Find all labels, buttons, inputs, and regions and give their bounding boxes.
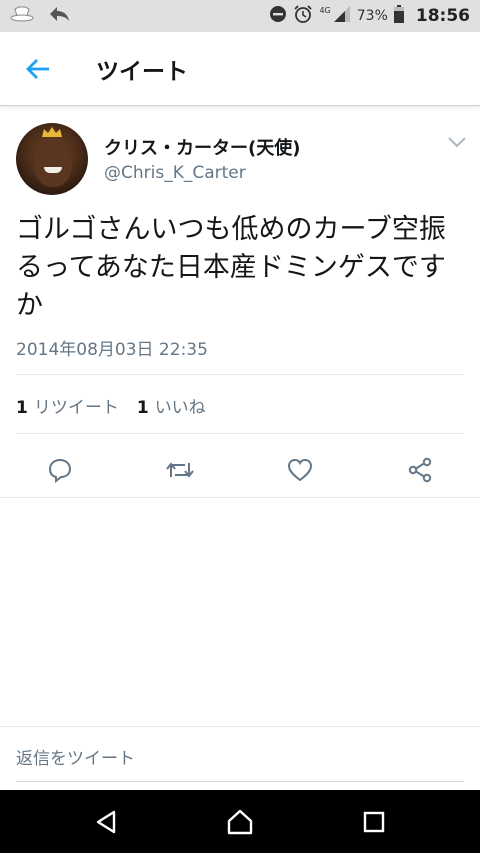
divider xyxy=(16,374,464,375)
page-title: ツイート xyxy=(96,58,188,85)
tweet-stats: 1 リツイート 1 いいね xyxy=(16,393,206,418)
alarm-icon xyxy=(293,4,313,28)
signal-icon xyxy=(333,5,351,27)
app-bar: ツイート xyxy=(0,32,480,106)
nav-home-button[interactable] xyxy=(226,808,254,836)
retweet-icon xyxy=(166,462,194,478)
retweet-label: リツイート xyxy=(33,398,119,418)
triangle-back-icon xyxy=(96,810,116,834)
square-recents-icon xyxy=(363,811,385,833)
avatar[interactable] xyxy=(16,123,88,195)
reply-underline xyxy=(16,781,464,782)
retweet-stat[interactable]: 1 リツイート xyxy=(16,393,119,418)
section-separator xyxy=(0,726,480,727)
nav-back-button[interactable] xyxy=(93,808,121,836)
reply-arrow-icon xyxy=(48,5,70,27)
battery-percent: 73% xyxy=(356,8,388,24)
chevron-down-icon[interactable] xyxy=(446,135,468,149)
crown-icon xyxy=(42,127,62,137)
like-stat[interactable]: 1 いいね xyxy=(137,393,206,418)
share-icon xyxy=(408,457,432,483)
divider xyxy=(16,433,464,434)
nav-recents-button[interactable] xyxy=(360,808,388,836)
status-bar: 4G 73% 18:56 xyxy=(0,0,480,32)
tweet-text: ゴルゴさんいつも低めのカーブ空振るってあなた日本産ドミンゲスですか xyxy=(16,214,446,321)
avatar-face xyxy=(34,139,72,187)
network-type: 4G xyxy=(319,5,331,15)
like-button[interactable] xyxy=(283,453,317,487)
navigation-bar xyxy=(0,790,480,853)
clock: 18:56 xyxy=(415,6,470,26)
reply-button[interactable] xyxy=(43,453,77,487)
battery-icon xyxy=(393,5,404,27)
like-count: 1 xyxy=(136,398,149,418)
section-separator xyxy=(0,497,480,498)
back-arrow-icon xyxy=(26,58,49,79)
author-handle[interactable]: @Chris_K_Carter xyxy=(104,163,246,183)
tweet-timestamp: 2014年08月03日 22:35 xyxy=(16,340,208,360)
share-button[interactable] xyxy=(403,453,437,487)
heart-icon xyxy=(287,458,313,482)
author-name[interactable]: クリス・カーター(天使) xyxy=(104,134,300,160)
retweet-button[interactable] xyxy=(163,453,197,487)
reply-icon xyxy=(48,458,72,483)
reply-input[interactable]: 返信をツイート xyxy=(16,744,135,769)
do-not-disturb-icon xyxy=(269,5,287,27)
retweet-count: 1 xyxy=(16,398,28,418)
hat-icon xyxy=(10,4,34,28)
like-label: いいね xyxy=(154,398,206,418)
home-icon xyxy=(227,809,253,835)
back-button[interactable] xyxy=(0,32,76,106)
tweet-actions xyxy=(0,445,480,495)
